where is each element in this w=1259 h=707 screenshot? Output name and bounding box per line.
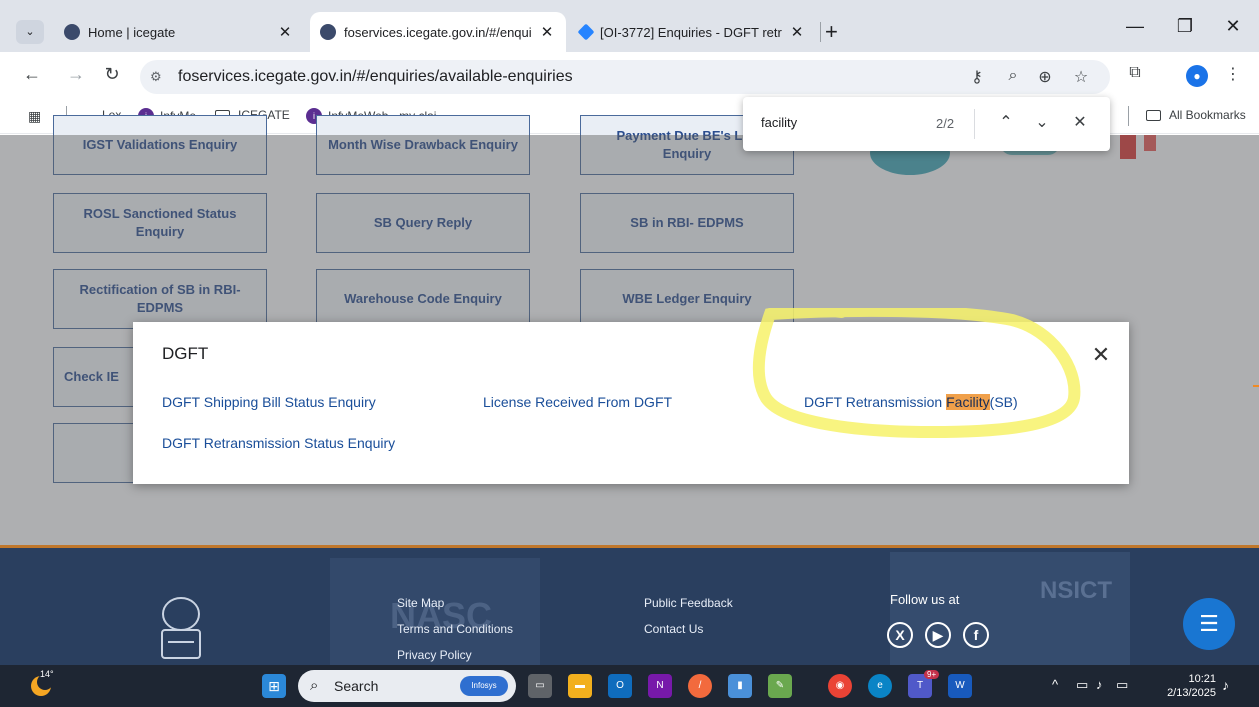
find-close-icon[interactable]: ✕ [1069, 112, 1091, 132]
jira-favicon-icon [577, 23, 595, 41]
volume-icon[interactable]: ♪ [1096, 677, 1103, 692]
find-input[interactable]: facility [761, 115, 797, 130]
modal-title: DGFT [162, 344, 209, 363]
task-view-icon[interactable]: ▭ [528, 674, 552, 698]
profile-avatar-icon[interactable]: ● [1186, 65, 1208, 87]
find-in-page-icon[interactable]: ⌕ [1002, 67, 1024, 85]
password-key-icon[interactable]: ⚷ [966, 67, 988, 87]
extensions-icon[interactable]: ⧉ [1124, 64, 1146, 82]
battery-icon[interactable]: ▭ [1116, 677, 1128, 693]
close-icon[interactable]: ✕ [1089, 342, 1113, 368]
restore-icon[interactable]: ❐ [1170, 16, 1200, 37]
outlook-icon[interactable]: O [608, 674, 632, 698]
back-icon[interactable]: ← [20, 64, 44, 85]
url-text[interactable]: foservices.icegate.gov.in/#/enquiries/av… [178, 68, 573, 86]
windows-taskbar: 14° ⊞ ⌕ Search Infosys ▭ ▬ O N / ▮ ✎ ◉ e… [0, 665, 1259, 707]
windows-start-icon[interactable]: ⊞ [262, 674, 286, 698]
tab-search-button[interactable]: ⌄ [16, 20, 44, 44]
reload-icon[interactable]: ↻ [100, 64, 124, 85]
icegate-favicon-icon [64, 24, 80, 40]
footer-terms-link[interactable]: Terms and Conditions [397, 622, 513, 636]
find-next-icon[interactable]: ⌄ [1031, 112, 1053, 132]
app-orange-icon[interactable]: / [688, 674, 712, 698]
new-tab-button[interactable]: + [825, 19, 838, 45]
menu-kebab-icon[interactable]: ⋮ [1222, 64, 1244, 84]
show-hidden-icons-icon[interactable]: ^ [1052, 677, 1058, 692]
chat-bubble-icon[interactable]: ☰ [1183, 598, 1235, 650]
icegate-favicon-icon [320, 24, 336, 40]
word-icon[interactable]: W [948, 674, 972, 698]
youtube-icon[interactable]: ▶ [925, 622, 951, 648]
national-emblem-icon [161, 597, 201, 659]
teams-notification-badge: 9+ [924, 670, 940, 679]
footer-feedback-link[interactable]: Public Feedback [644, 596, 733, 610]
display-icon[interactable]: ▭ [1076, 677, 1088, 693]
address-bar[interactable]: ⚙ foservices.icegate.gov.in/#/enquiries/… [140, 60, 1110, 94]
close-icon[interactable]: ✕ [276, 23, 294, 41]
bookmark-star-icon[interactable]: ☆ [1070, 67, 1092, 87]
notification-bell-icon[interactable]: ♪ [1222, 677, 1229, 693]
tab-home-icegate[interactable]: Home | icegate ✕ [54, 14, 304, 50]
all-bookmarks[interactable]: All Bookmarks [1146, 108, 1246, 122]
tab-foservices[interactable]: foservices.icegate.gov.in/#/enquiri ✕ [310, 12, 566, 52]
infosys-search-badge: Infosys [460, 676, 508, 696]
dgft-retransmission-status-link[interactable]: DGFT Retransmission Status Enquiry [162, 435, 395, 451]
footer-contact-link[interactable]: Contact Us [644, 622, 703, 636]
app-blue-icon[interactable]: ▮ [728, 674, 752, 698]
onenote-icon[interactable]: N [648, 674, 672, 698]
site-footer: NASC NSICT Site Map Terms and Conditions… [0, 545, 1259, 668]
close-window-icon[interactable]: ✕ [1218, 16, 1248, 37]
minimize-icon[interactable]: — [1120, 16, 1150, 37]
site-info-icon[interactable]: ⚙ [150, 69, 162, 85]
forward-icon[interactable]: → [64, 64, 88, 85]
footer-site-map-link[interactable]: Site Map [397, 596, 444, 610]
find-match-count: 2/2 [936, 116, 955, 131]
browser-toolbar: ← → ↻ ⚙ foservices.icegate.gov.in/#/enqu… [0, 52, 1259, 98]
highlight-scribble-annotation [752, 308, 1081, 438]
zoom-icon[interactable]: ⊕ [1034, 67, 1056, 87]
app-chart-icon[interactable]: ✎ [768, 674, 792, 698]
edge-icon[interactable]: e [868, 674, 892, 698]
facebook-icon[interactable]: f [963, 622, 989, 648]
file-explorer-icon[interactable]: ▬ [568, 674, 592, 698]
folder-icon [1146, 109, 1161, 121]
tab-jira-enquiries[interactable]: [OI-3772] Enquiries - DGFT retrans ✕ [570, 14, 816, 50]
taskbar-search[interactable]: ⌕ Search Infosys [298, 670, 516, 702]
x-twitter-icon[interactable]: X [887, 622, 913, 648]
dgft-shipping-bill-status-link[interactable]: DGFT Shipping Bill Status Enquiry [162, 394, 376, 410]
system-clock[interactable]: 10:21 2/13/2025 [1160, 672, 1216, 700]
close-icon[interactable]: ✕ [538, 23, 556, 41]
follow-us-label: Follow us at [890, 592, 960, 607]
apps-grid-icon[interactable]: ▦ [28, 108, 41, 125]
license-received-link[interactable]: License Received From DGFT [483, 394, 672, 410]
chrome-icon[interactable]: ◉ [828, 674, 852, 698]
search-icon: ⌕ [310, 677, 319, 694]
svg-text:NSICT: NSICT [1040, 577, 1112, 604]
weather-temperature: 14° [40, 669, 54, 679]
find-in-page-bar: facility 2/2 ⌃ ⌄ ✕ [743, 97, 1110, 151]
footer-privacy-link[interactable]: Privacy Policy [397, 648, 472, 662]
close-icon[interactable]: ✕ [788, 23, 806, 41]
find-previous-icon[interactable]: ⌃ [995, 112, 1017, 132]
